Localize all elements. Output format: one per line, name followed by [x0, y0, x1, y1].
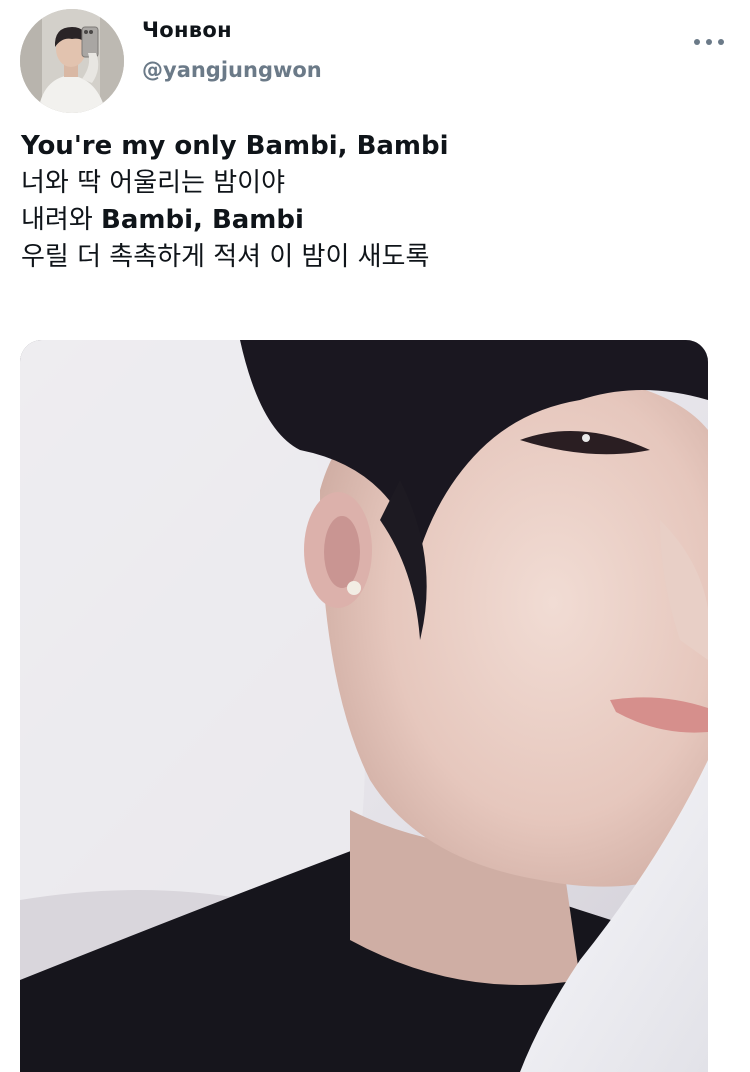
tweet-line-2-text: 너와 딱 어울리는 밤이야 [21, 168, 285, 198]
tweet-line-3-bold: Bambi, Bambi [101, 205, 304, 235]
avatar-photo [20, 9, 124, 113]
avatar[interactable] [20, 9, 124, 113]
dot [694, 39, 700, 45]
dot [718, 39, 724, 45]
tweet-card: Чонвон @yangjungwon You're my only Bambi… [0, 0, 750, 1072]
tweet-line-2: 너와 딱 어울리는 밤이야 [21, 165, 449, 202]
tweet-line-4-text: 우릴 더 촉촉하게 적셔 이 밤이 새도록 [21, 242, 430, 272]
tweet-line-1-bold: You're my only Bambi, Bambi [21, 131, 449, 161]
tweet-line-3-prefix: 내려와 [21, 205, 102, 235]
tweet-line-4: 우릴 더 촉촉하게 적셔 이 밤이 새도록 [21, 239, 449, 276]
more-options-icon[interactable] [694, 30, 724, 54]
tweet-text: You're my only Bambi, Bambi 너와 딱 어울리는 밤이… [21, 128, 449, 276]
tweet-line-3: 내려와 Bambi, Bambi [21, 202, 449, 239]
dot [706, 39, 712, 45]
selfie-photo [20, 340, 708, 1072]
author-handle[interactable]: @yangjungwon [142, 57, 322, 83]
tweet-line-1: You're my only Bambi, Bambi [21, 128, 449, 165]
author-name[interactable]: Чонвон [142, 17, 232, 43]
tweet-photo[interactable] [20, 340, 708, 1072]
